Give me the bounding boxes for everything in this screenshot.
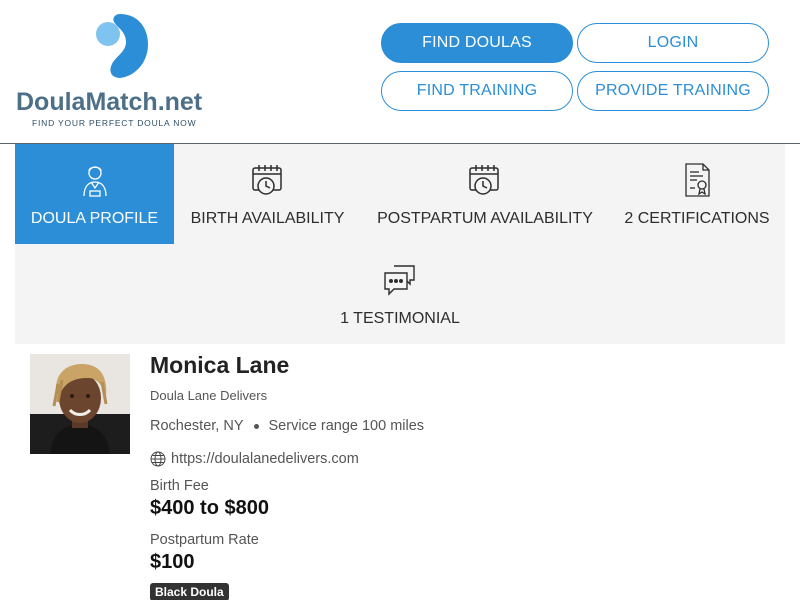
business-name: Doula Lane Delivers xyxy=(150,388,268,403)
doula-person-icon xyxy=(82,166,107,197)
black-doula-badge: Black Doula xyxy=(150,583,229,600)
tab-postpartum-availability[interactable]: POSTPARTUM AVAILABILITY xyxy=(361,144,609,244)
tab-label: 2 CERTIFICATIONS xyxy=(624,210,770,227)
site-logo[interactable]: DoulaMatch.net FIND YOUR PERFECT DOULA N… xyxy=(16,10,221,135)
tab-certifications[interactable]: 2 CERTIFICATIONS xyxy=(609,144,785,244)
globe-icon xyxy=(150,451,166,467)
chat-bubbles-icon xyxy=(384,265,415,296)
doula-name: Monica Lane xyxy=(150,352,290,378)
website-line[interactable]: https://doulalanedelivers.com xyxy=(150,451,359,467)
calendar-clock-icon xyxy=(251,165,282,195)
logo-tagline: FIND YOUR PERFECT DOULA NOW xyxy=(32,118,197,128)
tab-doula-profile[interactable]: DOULA PROFILE xyxy=(15,144,174,244)
logo-mark-icon xyxy=(96,14,148,78)
provide-training-button[interactable]: PROVIDE TRAINING xyxy=(577,71,769,111)
calendar-clock-icon xyxy=(469,165,499,195)
postpartum-rate-label: Postpartum Rate xyxy=(150,532,259,548)
logo-wordmark: DoulaMatch.net xyxy=(16,88,203,116)
tab-label: BIRTH AVAILABILITY xyxy=(190,210,345,227)
website-link[interactable]: https://doulalanedelivers.com xyxy=(171,451,359,467)
service-range-text: Service range 100 miles xyxy=(268,418,425,434)
tab-label: 1 TESTIMONIAL xyxy=(340,310,460,327)
location-line: Rochester, NY Service range 100 miles xyxy=(150,418,424,434)
doula-photo xyxy=(30,354,130,454)
find-doulas-button[interactable]: FIND DOULAS xyxy=(381,23,573,63)
profile-tabs: DOULA PROFILE BIRTH AVAILABILITY POSTPAR… xyxy=(15,144,785,344)
postpartum-rate-value: $100 xyxy=(150,551,195,573)
tab-testimonials[interactable]: 1 TESTIMONIAL xyxy=(310,244,490,344)
login-button[interactable]: LOGIN xyxy=(577,23,769,63)
birth-fee-label: Birth Fee xyxy=(150,478,209,494)
certificate-icon xyxy=(685,163,710,197)
tab-birth-availability[interactable]: BIRTH AVAILABILITY xyxy=(174,144,361,244)
doula-photo-image xyxy=(30,354,130,454)
location-text: Rochester, NY xyxy=(150,418,244,434)
tab-label: POSTPARTUM AVAILABILITY xyxy=(377,210,593,227)
tab-label: DOULA PROFILE xyxy=(30,210,159,227)
separator-dot xyxy=(253,423,259,429)
birth-fee-value: $400 to $800 xyxy=(150,497,269,519)
find-training-button[interactable]: FIND TRAINING xyxy=(381,71,573,111)
site-header: DoulaMatch.net FIND YOUR PERFECT DOULA N… xyxy=(0,0,800,144)
